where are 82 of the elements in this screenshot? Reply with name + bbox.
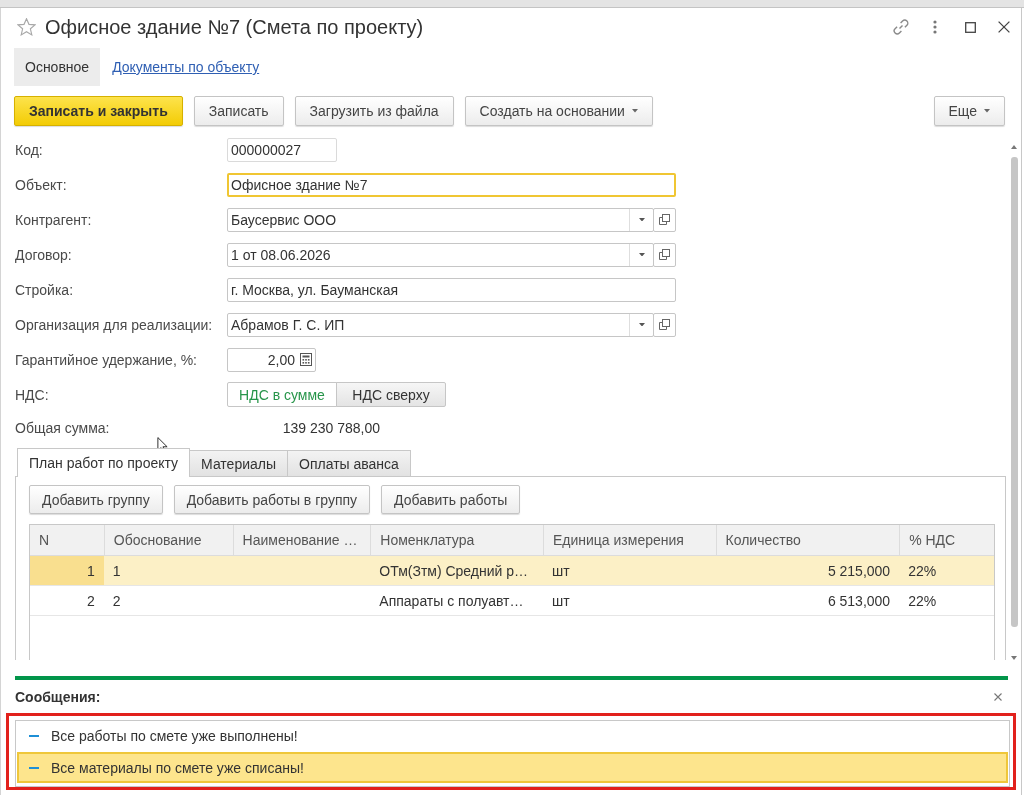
table-row[interactable]: 2 2 Аппараты с полуавт… шт 6 513,000 22% — [30, 586, 994, 616]
dash-icon — [29, 735, 39, 737]
column-header[interactable]: Количество — [715, 525, 900, 555]
table-cell-text: 2 — [86, 591, 96, 611]
scroll-up-icon[interactable] — [1011, 145, 1017, 149]
field-label: Стройка: — [15, 281, 75, 298]
maximize-icon[interactable] — [965, 21, 976, 33]
caret-icon — [984, 109, 990, 113]
column-header[interactable]: Номенклатура — [370, 525, 543, 555]
column-header[interactable]: % НДС — [899, 525, 994, 555]
field-label: Общая сумма: — [15, 420, 111, 436]
total-value: 139 230 788,00 — [282, 420, 380, 436]
message-text: Все материалы по смете уже списаны! — [51, 759, 304, 776]
two-squares-icon — [659, 214, 670, 225]
column-header[interactable]: Наименование … — [232, 525, 371, 555]
number-field[interactable]: 2,00 — [227, 347, 316, 372]
link-icon[interactable] — [892, 18, 910, 36]
field-label: НДС: — [15, 386, 50, 403]
table-cell-text: шт — [550, 561, 571, 581]
table-cell-text: 5 215,000 — [826, 561, 892, 581]
table-cell-text: Аппараты с полуавт… — [378, 591, 525, 611]
caret-icon — [638, 322, 645, 327]
table-cell-text: 22% — [907, 591, 938, 611]
table-row[interactable]: 1 1 ОТм(Зтм) Средний р… шт 5 215,000 22% — [30, 556, 994, 586]
caret-icon — [638, 252, 645, 257]
messages-title: Сообщения: — [15, 688, 101, 705]
table-cell-text: шт — [550, 591, 571, 611]
field-label: Код: — [15, 141, 44, 158]
dash-icon — [29, 766, 39, 769]
caret-icon — [631, 109, 638, 113]
message-row[interactable]: Все материалы по смете уже списаны! — [17, 752, 1008, 783]
open-button[interactable] — [653, 242, 676, 267]
calculator-icon[interactable] — [300, 353, 312, 366]
toolbar-button[interactable]: Загрузить из файла — [294, 96, 454, 126]
table-cell: 1 — [30, 556, 104, 585]
form-tab[interactable]: Основное — [14, 48, 101, 86]
column-header[interactable]: N — [30, 525, 104, 555]
table-cell-text: ОТм(Зтм) Средний р… — [378, 561, 530, 581]
table-cell-text: 22% — [907, 561, 938, 581]
select-field[interactable]: Баусервис ООО — [227, 207, 654, 232]
panel-button[interactable]: Добавить работы — [381, 485, 521, 514]
input-field[interactable]: 000000027 — [227, 137, 337, 162]
toggle-option[interactable]: НДС сверху — [336, 382, 446, 407]
star-icon[interactable] — [17, 18, 36, 36]
open-button[interactable] — [653, 312, 676, 337]
message-row[interactable]: Все работы по смете уже выполнены! — [17, 722, 1008, 750]
tab[interactable]: Материалы — [189, 450, 289, 476]
column-header[interactable]: Единица измерения — [542, 525, 716, 555]
two-squares-icon — [659, 249, 670, 260]
more-button[interactable]: Еще — [933, 96, 1005, 126]
field-label: Контрагент: — [15, 211, 93, 228]
column-header[interactable]: Обоснование — [103, 525, 233, 555]
close-icon[interactable] — [994, 692, 1002, 701]
panel-button[interactable]: Добавить работы в группу — [173, 485, 371, 514]
table-cell-text: 2 — [111, 591, 122, 611]
more-actions-icon[interactable] — [933, 20, 937, 34]
open-button[interactable] — [653, 207, 676, 232]
window-title: Офисное здание №7 (Смета по проекту) — [45, 15, 424, 39]
toolbar-button[interactable]: Записать и закрыть — [14, 96, 183, 126]
input-field[interactable]: Офисное здание №7 — [227, 172, 676, 197]
field-label: Объект: — [15, 176, 68, 193]
panel-button[interactable]: Добавить группу — [29, 485, 163, 514]
field-label: Договор: — [15, 246, 73, 263]
scroll-down-icon[interactable] — [1011, 656, 1017, 660]
toolbar-button[interactable]: Записать — [193, 96, 284, 126]
table-cell-text: 6 513,000 — [826, 591, 892, 611]
field-label: Организация для реализации: — [15, 316, 214, 333]
field-label: Гарантийное удержание, %: — [15, 351, 198, 368]
close-icon[interactable] — [998, 21, 1010, 33]
form-tab-link[interactable]: Документы по объекту — [112, 57, 260, 77]
table-cell-text: 1 — [111, 561, 122, 581]
menu-button[interactable]: Создать на основании — [464, 96, 653, 126]
toggle-option[interactable]: НДС в сумме — [227, 382, 337, 407]
two-squares-icon — [659, 319, 670, 330]
input-field[interactable]: г. Москва, ул. Бауманская — [227, 277, 676, 302]
caret-icon — [638, 217, 645, 222]
select-field[interactable]: Абрамов Г. С. ИП — [227, 312, 654, 337]
tab[interactable]: Оплаты аванса — [287, 450, 411, 476]
select-field[interactable]: 1 от 08.06.2026 — [227, 242, 654, 267]
scrollbar-thumb[interactable] — [1010, 157, 1018, 627]
tab[interactable]: План работ по проекту — [17, 448, 191, 477]
message-text: Все работы по смете уже выполнены! — [51, 728, 298, 744]
